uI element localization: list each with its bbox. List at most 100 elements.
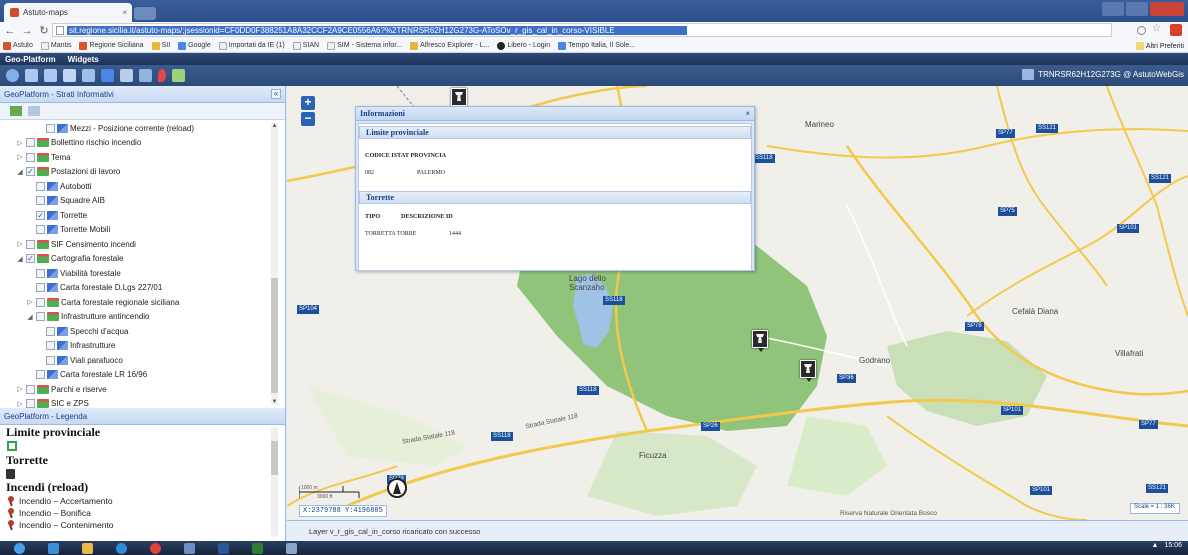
extension-icon[interactable] xyxy=(1170,24,1182,36)
new-tab-button[interactable] xyxy=(134,7,156,20)
collapse-panel-button[interactable]: « xyxy=(271,89,281,99)
taskbar-app[interactable] xyxy=(72,542,102,554)
close-tab-icon[interactable]: × xyxy=(122,8,127,17)
layer-tree-node[interactable]: ▷ Carta forestale regionale siciliana xyxy=(0,295,285,310)
browser-tab[interactable]: Astuto-maps × xyxy=(4,3,132,22)
layer-checkbox[interactable] xyxy=(46,341,55,351)
expand-arrow-icon[interactable]: ◢ xyxy=(16,255,24,263)
refresh-icon[interactable] xyxy=(6,69,19,82)
expand-arrow-icon[interactable]: ◢ xyxy=(26,313,34,321)
bookmark-item[interactable]: Alfresco Explorer - L... xyxy=(410,41,489,50)
layer-tree-node[interactable]: ▷ SIF Censimento incendi xyxy=(0,237,285,252)
layer-tree-node[interactable]: ◢ ✓ Postazioni di lavoro xyxy=(0,165,285,180)
popup-section-header[interactable]: Torrette xyxy=(359,191,751,204)
scrollbar-thumb[interactable] xyxy=(271,441,278,475)
expand-arrow-icon[interactable]: ▷ xyxy=(16,139,24,147)
legend-scrollbar[interactable] xyxy=(271,427,278,537)
bookmark-item[interactable]: Importati da IE (1) xyxy=(218,41,285,50)
layer-checkbox[interactable] xyxy=(46,326,55,336)
reload-icon[interactable]: ↻ xyxy=(38,24,50,37)
info-icon[interactable] xyxy=(101,69,114,82)
layers-icon[interactable] xyxy=(139,69,152,82)
zoom-out-icon[interactable] xyxy=(44,69,57,82)
layer-checkbox[interactable] xyxy=(36,181,45,191)
layer-checkbox[interactable]: ✓ xyxy=(26,167,35,177)
layer-checkbox[interactable] xyxy=(36,196,45,206)
layer-tree-node[interactable]: Infrastrutture xyxy=(0,339,285,354)
layer-checkbox[interactable] xyxy=(46,123,55,133)
zoom-icon[interactable] xyxy=(1137,25,1146,35)
taskbar-app[interactable] xyxy=(174,542,204,554)
network-icon[interactable]: ▲ xyxy=(1152,542,1159,549)
star-icon[interactable]: ☆ xyxy=(1152,24,1164,36)
layer-tree-node[interactable]: ◢ Infrastrutture antincendio xyxy=(0,310,285,325)
layer-tree-node[interactable]: ▷ Bollettino rischio incendio xyxy=(0,136,285,151)
tower-marker[interactable] xyxy=(451,88,467,110)
pan-icon[interactable] xyxy=(63,69,76,82)
table-icon[interactable] xyxy=(120,69,133,82)
forward-arrow-icon[interactable]: → xyxy=(21,25,33,37)
taskbar-app[interactable] xyxy=(242,542,272,554)
widgets-menu[interactable]: Widgets xyxy=(68,55,99,64)
layer-tree-node[interactable]: ▷ Parchi e riserve xyxy=(0,382,285,397)
bookmark-item[interactable]: Astuto xyxy=(3,41,33,50)
taskbar-app[interactable] xyxy=(140,542,170,554)
layer-tree-node[interactable]: Carta forestale D.Lgs 227/01 xyxy=(0,281,285,296)
scroll-up-icon[interactable]: ▲ xyxy=(271,123,278,129)
bookmark-item[interactable]: Tempo Italia, Il Sole... xyxy=(558,41,635,50)
bookmark-item[interactable]: Mantis xyxy=(40,41,71,50)
expand-arrow-icon[interactable]: ▷ xyxy=(16,240,24,248)
zoom-in-icon[interactable] xyxy=(25,69,38,82)
taskbar-app[interactable] xyxy=(106,542,136,554)
expand-arrow-icon[interactable]: ▷ xyxy=(16,400,24,408)
layer-checkbox[interactable]: ✓ xyxy=(26,254,35,264)
layer-checkbox[interactable] xyxy=(26,152,35,162)
layer-checkbox[interactable] xyxy=(36,268,45,278)
zoom-in-button[interactable]: + xyxy=(301,96,315,110)
layer-checkbox[interactable] xyxy=(36,312,45,322)
layer-tree-node[interactable]: Autobotti xyxy=(0,179,285,194)
tower-marker[interactable] xyxy=(800,360,816,382)
layer-tree-node[interactable]: ▷ SIC e ZPS xyxy=(0,397,285,408)
bookmark-item[interactable]: SIAN xyxy=(292,41,319,50)
layer-checkbox[interactable] xyxy=(46,355,55,365)
layer-tree-node[interactable]: ✓ Torrette xyxy=(0,208,285,223)
tower-marker[interactable] xyxy=(752,330,768,352)
print-icon[interactable] xyxy=(172,69,185,82)
bookmark-item[interactable]: Regione Siciliana xyxy=(79,41,144,50)
expand-arrow-icon[interactable]: ▷ xyxy=(26,298,34,306)
remove-layer-icon[interactable] xyxy=(28,106,40,116)
bookmark-item[interactable]: SIM - Sistema infor... xyxy=(327,41,402,50)
zoom-out-button[interactable]: − xyxy=(301,112,315,126)
start-button[interactable] xyxy=(4,542,34,554)
layer-checkbox[interactable]: ✓ xyxy=(36,210,45,220)
layer-tree-node[interactable]: Viabilità forestale xyxy=(0,266,285,281)
close-window-button[interactable] xyxy=(1150,2,1184,16)
layer-tree-node[interactable]: Mezzi - Posizione corrente (reload) xyxy=(0,121,285,136)
layer-tree-node[interactable]: Viali parafuoco xyxy=(0,353,285,368)
pin-icon[interactable] xyxy=(158,69,166,82)
scroll-down-icon[interactable]: ▼ xyxy=(271,399,278,405)
layer-checkbox[interactable] xyxy=(36,283,45,293)
address-bar[interactable]: sit.regione.sicilia.it/astuto-maps/;jses… xyxy=(52,23,1112,37)
layer-checkbox[interactable] xyxy=(26,399,35,408)
layer-tree-node[interactable]: Squadre AIB xyxy=(0,194,285,209)
taskbar-app[interactable] xyxy=(276,542,306,554)
layer-tree-node[interactable]: Specchi d'acqua xyxy=(0,324,285,339)
add-layer-icon[interactable] xyxy=(10,106,22,116)
back-arrow-icon[interactable]: ← xyxy=(4,25,16,37)
zoom-level-box[interactable]: Scale = 1 : 36K xyxy=(1130,503,1180,514)
close-icon[interactable]: × xyxy=(745,109,750,118)
layer-checkbox[interactable] xyxy=(26,239,35,249)
scrollbar-thumb[interactable] xyxy=(271,278,278,393)
layer-checkbox[interactable] xyxy=(26,384,35,394)
measure-icon[interactable] xyxy=(82,69,95,82)
layer-checkbox[interactable] xyxy=(36,297,45,307)
layer-checkbox[interactable] xyxy=(36,225,45,235)
layer-checkbox[interactable] xyxy=(36,370,45,380)
expand-arrow-icon[interactable]: ▷ xyxy=(16,153,24,161)
layer-tree-node[interactable]: ▷ Tema xyxy=(0,150,285,165)
layer-tree-node[interactable]: ◢ ✓ Cartografia forestale xyxy=(0,252,285,267)
other-bookmarks[interactable]: Altri Preferiti xyxy=(1135,39,1184,53)
popup-section-header[interactable]: Limite provinciale xyxy=(359,126,751,139)
